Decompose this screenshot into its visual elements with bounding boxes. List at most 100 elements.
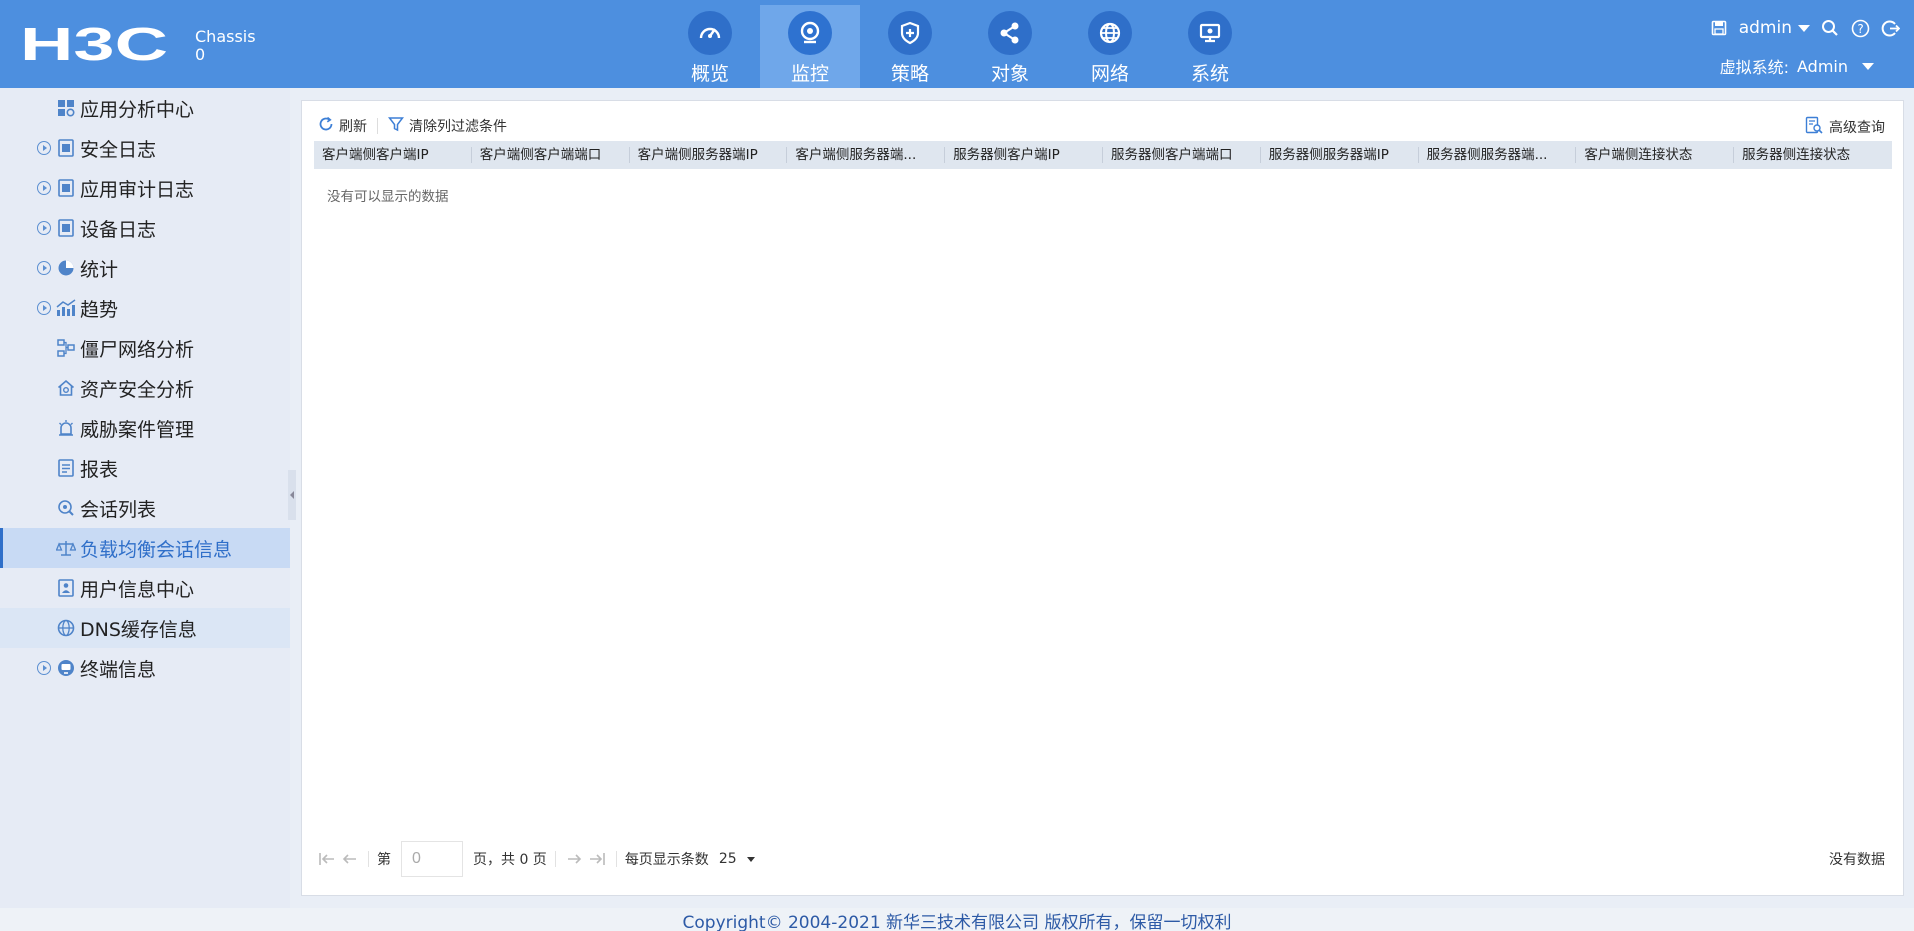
column-header[interactable]: 服务器侧连接状态 — [1734, 141, 1892, 169]
sidebar-item-label: 安全日志 — [80, 138, 157, 161]
terminal-icon — [56, 658, 76, 678]
column-header[interactable]: 服务器侧客户端端口 — [1103, 141, 1261, 169]
app-grid-icon — [56, 98, 76, 118]
top-right-tools: admin ? 虚拟系统: Admin — [1654, 18, 1914, 78]
nav-policy[interactable]: 策略 — [860, 5, 960, 88]
nav-policy-label: 策略 — [890, 63, 929, 85]
help-icon[interactable]: ? — [1850, 18, 1870, 38]
user-menu[interactable]: admin — [1739, 18, 1810, 38]
per-page-select[interactable]: 25 — [719, 851, 755, 867]
advanced-query-icon — [1805, 116, 1823, 138]
column-header[interactable]: 服务器侧服务器端... — [1419, 141, 1577, 169]
refresh-button[interactable]: 刷新 — [318, 116, 367, 136]
next-page-icon[interactable] — [564, 848, 586, 870]
sidebar-item-app-analysis[interactable]: 应用分析中心 — [0, 88, 290, 128]
refresh-label: 刷新 — [339, 119, 367, 135]
column-header[interactable]: 服务器侧服务器端IP — [1261, 141, 1419, 169]
alarm-icon — [56, 418, 76, 438]
refresh-icon — [318, 116, 334, 136]
sidebar-item-dns-cache[interactable]: DNS缓存信息 — [0, 608, 290, 648]
log-icon — [56, 138, 76, 158]
sidebar-item-security-log[interactable]: 安全日志 — [0, 128, 290, 168]
chevron-down-icon — [746, 856, 755, 862]
column-header[interactable]: 客户端侧服务器端... — [787, 141, 945, 169]
sidebar-item-label: 会话列表 — [80, 498, 157, 521]
prev-page-icon[interactable] — [338, 848, 360, 870]
sidebar-item-terminal-info[interactable]: 终端信息 — [0, 648, 290, 688]
nav-monitor-label: 监控 — [790, 63, 829, 85]
sidebar-item-label: 用户信息中心 — [80, 578, 195, 601]
expand-icon[interactable] — [37, 261, 51, 275]
page-prefix: 第 — [377, 852, 391, 868]
sidebar-item-label: 资产安全分析 — [80, 378, 195, 401]
sidebar-item-user-info[interactable]: 用户信息中心 — [0, 568, 290, 608]
pager-divider — [615, 851, 617, 867]
advanced-query-button[interactable]: 高级查询 — [1805, 116, 1885, 138]
page-number-input[interactable] — [401, 841, 463, 877]
sidebar-item-botnet-analysis[interactable]: 僵尸网络分析 — [0, 328, 290, 368]
sidebar-item-threat-case[interactable]: 威胁案件管理 — [0, 408, 290, 448]
logout-icon[interactable] — [1880, 18, 1900, 38]
sidebar-item-asset-security[interactable]: 资产安全分析 — [0, 368, 290, 408]
balance-icon — [56, 538, 76, 558]
expand-icon[interactable] — [37, 221, 51, 235]
expand-icon[interactable] — [37, 301, 51, 315]
sidebar-item-statistics[interactable]: 统计 — [0, 248, 290, 288]
expand-icon[interactable] — [37, 181, 51, 195]
h3c-logo: H3C — [20, 22, 168, 66]
nav-object-label: 对象 — [990, 63, 1029, 85]
vsys-label: 虚拟系统: — [1719, 58, 1789, 77]
sidebar-item-device-log[interactable]: 设备日志 — [0, 208, 290, 248]
pager-status: 没有数据 — [1829, 852, 1885, 868]
chevron-down-icon — [1798, 24, 1810, 32]
pie-chart-icon — [56, 258, 76, 278]
column-header[interactable]: 客户端侧连接状态 — [1576, 141, 1734, 169]
trend-chart-icon — [56, 298, 76, 318]
clear-filter-button[interactable]: 清除列过滤条件 — [387, 116, 507, 136]
sidebar-item-label: 终端信息 — [80, 658, 157, 681]
chevron-down-icon — [1862, 62, 1874, 70]
sidebar-item-report[interactable]: 报表 — [0, 448, 290, 488]
search-icon[interactable] — [1820, 18, 1840, 38]
sidebar-item-label: DNS缓存信息 — [80, 618, 197, 641]
column-header[interactable]: 服务器侧客户端IP — [945, 141, 1103, 169]
sidebar-collapse-handle[interactable] — [288, 470, 296, 520]
expand-icon[interactable] — [37, 141, 51, 155]
nav-overview[interactable]: 概览 — [660, 5, 760, 88]
filter-icon — [387, 116, 405, 136]
sidebar-item-label: 应用审计日志 — [80, 178, 195, 201]
expand-icon[interactable] — [37, 661, 51, 675]
footer-copyright: Copyright© 2004-2021 新华三技术有限公司 版权所有，保留一切… — [0, 908, 1914, 931]
report-icon — [56, 458, 76, 478]
chassis-label: Chassis — [195, 27, 256, 46]
chassis-info: Chassis 0 — [195, 28, 256, 64]
sidebar-item-label: 设备日志 — [80, 218, 157, 241]
column-header[interactable]: 客户端侧客户端端口 — [472, 141, 630, 169]
top-bar: H3C Chassis 0 概览 监控 策略 对象 网络 系统 admin ? … — [0, 0, 1914, 88]
monitor-icon — [1188, 11, 1232, 55]
sidebar-item-app-audit-log[interactable]: 应用审计日志 — [0, 168, 290, 208]
nav-object[interactable]: 对象 — [960, 5, 1060, 88]
sidebar-item-lb-session[interactable]: 负载均衡会话信息 — [0, 528, 290, 568]
column-header[interactable]: 客户端侧客户端IP — [314, 141, 472, 169]
first-page-icon[interactable] — [316, 848, 338, 870]
vsys-selector[interactable]: 虚拟系统: Admin — [1720, 54, 1874, 78]
nav-monitor[interactable]: 监控 — [760, 5, 860, 88]
nav-network-label: 网络 — [1090, 63, 1129, 85]
last-page-icon[interactable] — [586, 848, 608, 870]
sidebar: 应用分析中心 安全日志 应用审计日志 设备日志 统计 趋势 僵尸网络分析 资产安… — [0, 88, 290, 908]
save-icon[interactable] — [1709, 18, 1729, 38]
sidebar-item-session-list[interactable]: 会话列表 — [0, 488, 290, 528]
nav-network[interactable]: 网络 — [1060, 5, 1160, 88]
username: admin — [1738, 18, 1792, 38]
nav-system-label: 系统 — [1190, 63, 1229, 85]
page-total: 页，共 0 页 — [473, 852, 547, 868]
nav-overview-label: 概览 — [690, 63, 729, 85]
column-header[interactable]: 客户端侧服务器端IP — [630, 141, 788, 169]
sidebar-item-trend[interactable]: 趋势 — [0, 288, 290, 328]
sidebar-item-label: 报表 — [80, 458, 119, 481]
nav-system[interactable]: 系统 — [1160, 5, 1260, 88]
sidebar-item-label: 趋势 — [80, 298, 119, 321]
user-doc-icon — [56, 578, 76, 598]
vsys-value: Admin — [1797, 56, 1848, 76]
